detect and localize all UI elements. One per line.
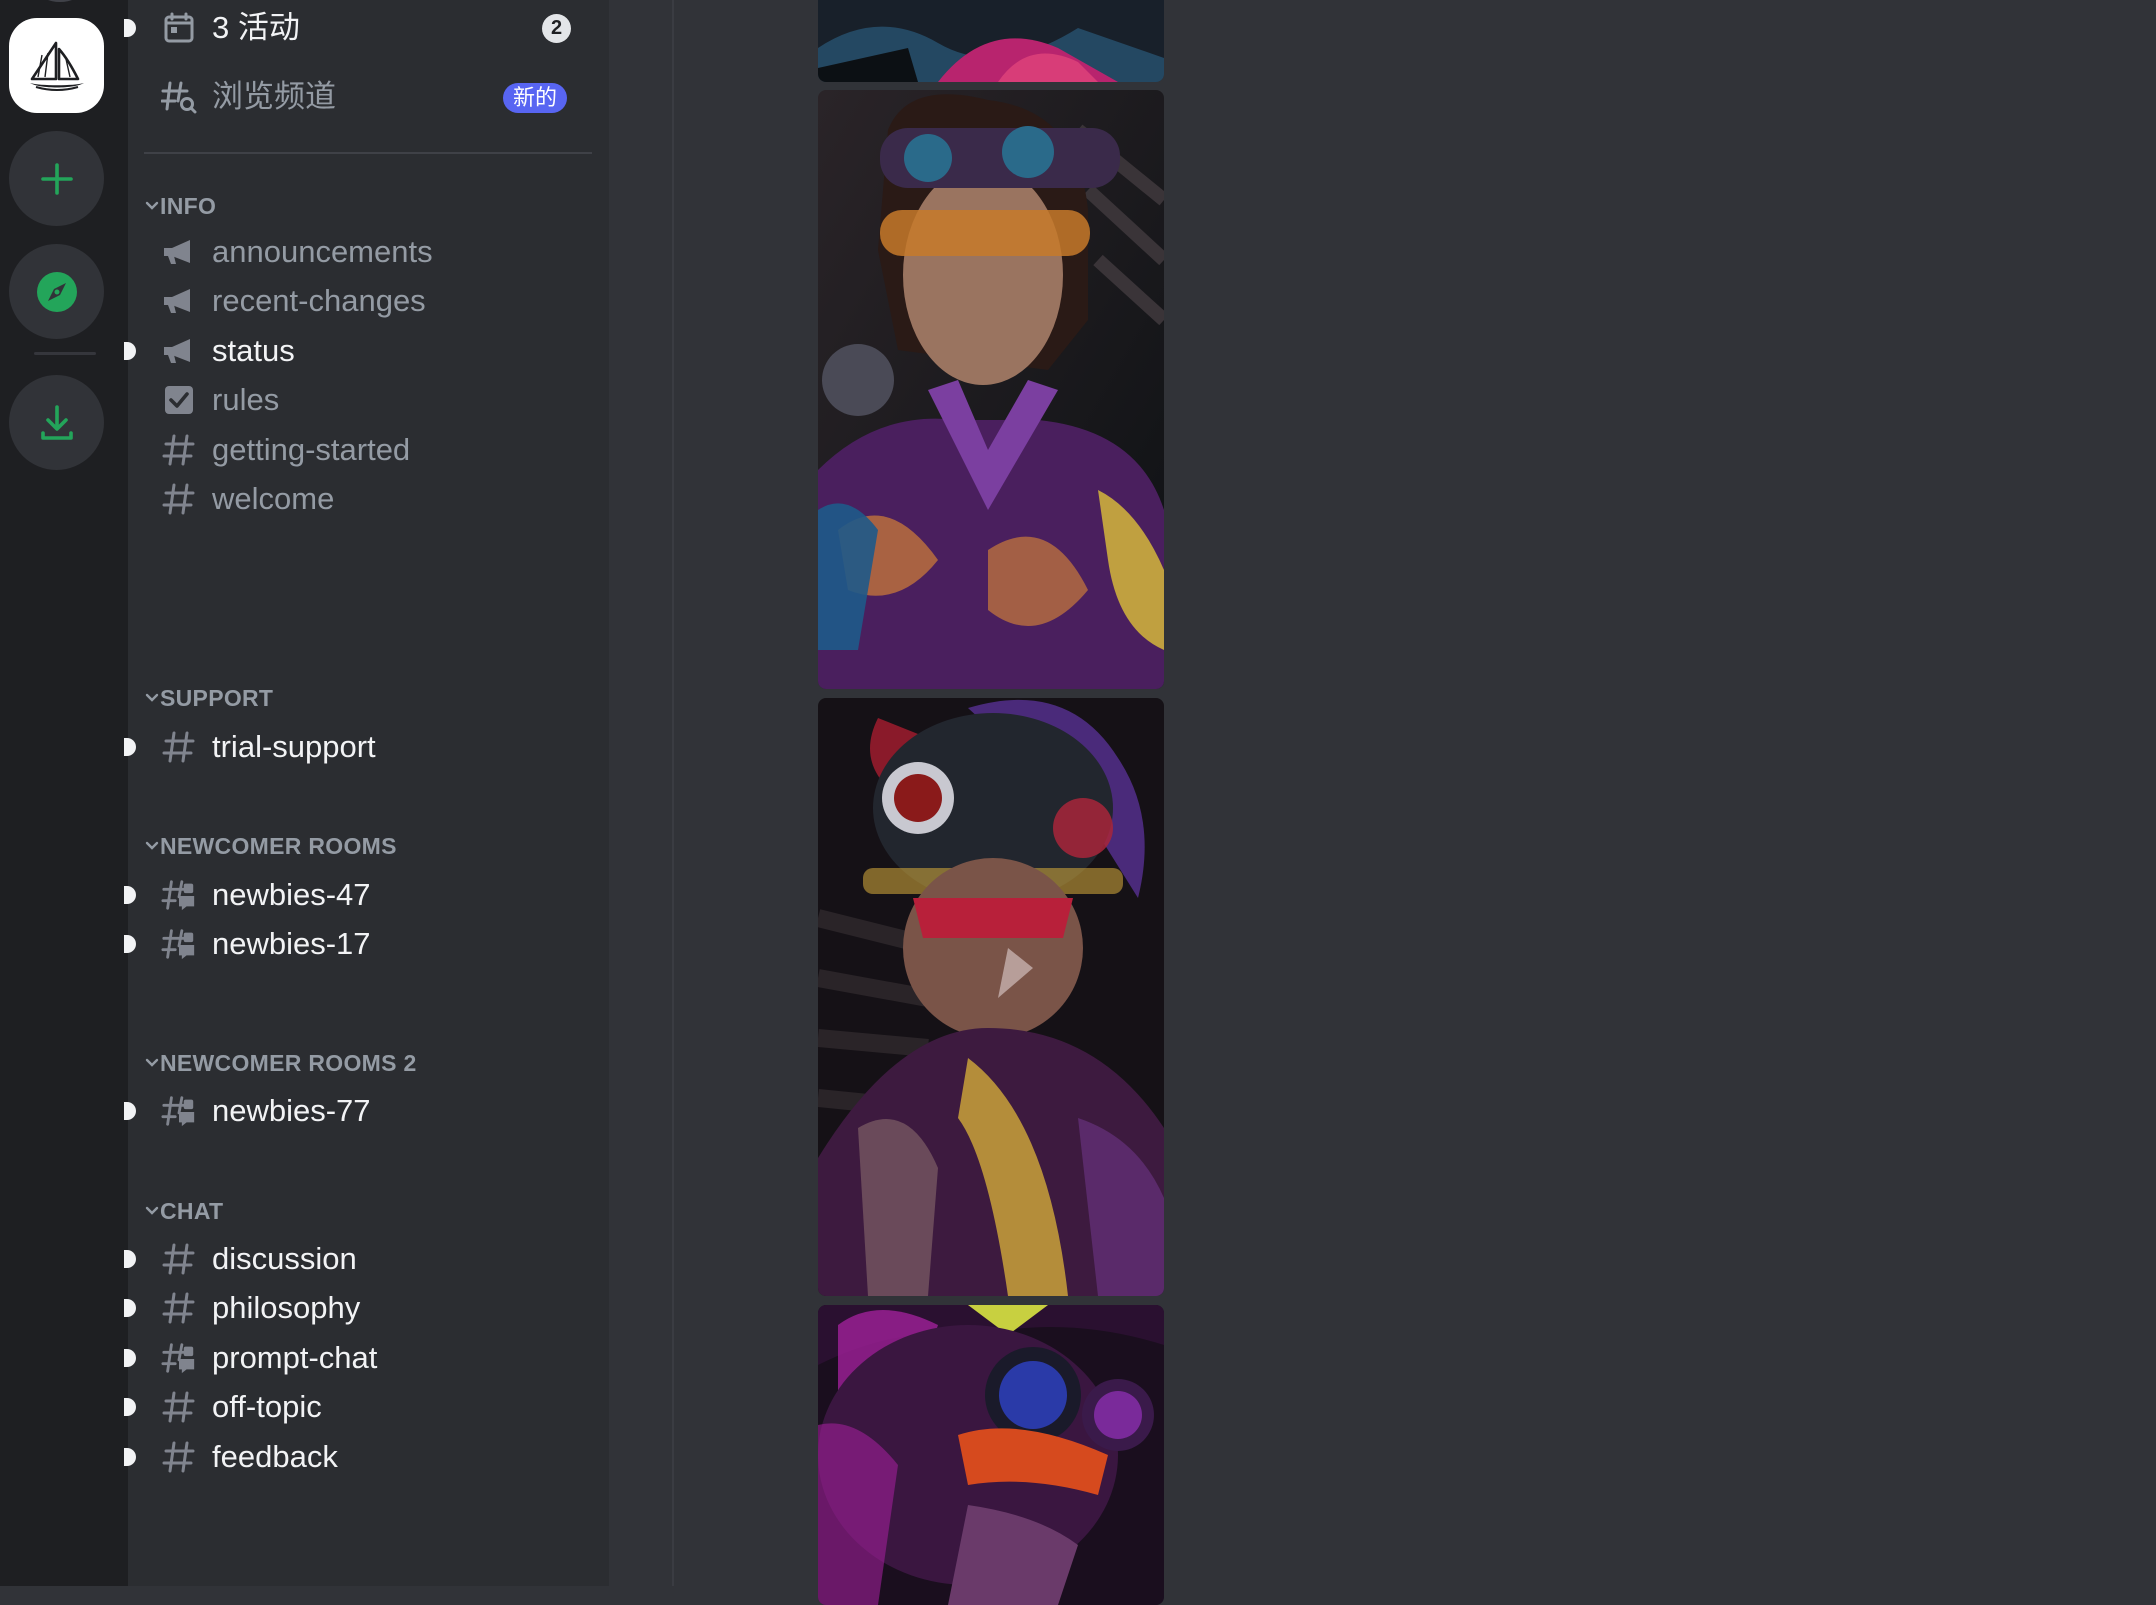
channel-label: newbies-47 <box>212 877 371 912</box>
hash-thread-icon <box>161 926 197 962</box>
category-info[interactable]: INFO <box>128 186 609 226</box>
channel-discussion[interactable]: discussion <box>124 1231 609 1287</box>
hash-icon <box>161 481 197 517</box>
channel-list: 3 活动 2 浏览频道 新的 INFO announcements recent-c… <box>124 0 609 1586</box>
add-server-button[interactable] <box>9 131 104 226</box>
hash-icon <box>161 1241 197 1277</box>
image-attachment-1[interactable] <box>818 0 1164 82</box>
channel-label: feedback <box>212 1439 338 1474</box>
channel-trial-support[interactable]: trial-support <box>124 719 609 775</box>
download-apps-button[interactable] <box>9 375 104 470</box>
unread-indicator <box>124 1349 136 1367</box>
channel-label: trial-support <box>212 729 376 764</box>
sailboat-icon <box>29 41 84 91</box>
channel-status[interactable]: status <box>124 323 609 379</box>
unread-indicator <box>124 1448 136 1466</box>
channel-feedback[interactable]: feedback <box>124 1429 609 1485</box>
mention-badge: 2 <box>542 14 571 43</box>
browse-channels-item[interactable]: 浏览频道 新的 <box>128 69 609 125</box>
plus-icon <box>40 162 73 195</box>
server-icon-partial[interactable] <box>40 0 80 2</box>
compass-icon <box>36 271 77 312</box>
download-icon <box>40 404 73 440</box>
channel-label: discussion <box>212 1241 357 1276</box>
thread-divider <box>672 0 674 1586</box>
category-label: SUPPORT <box>160 685 274 711</box>
channel-label: welcome <box>212 481 335 516</box>
unread-indicator <box>124 1250 136 1268</box>
server-midjourney[interactable] <box>9 18 104 113</box>
channel-newbies-47[interactable]: newbies-47 <box>124 867 609 923</box>
channel-welcome[interactable]: welcome <box>128 471 609 527</box>
category-label: CHAT <box>160 1198 224 1224</box>
unread-indicator <box>124 342 136 360</box>
channel-label: recent-changes <box>212 283 426 318</box>
channel-rules[interactable]: rules <box>128 372 609 428</box>
category-label: NEWCOMER ROOMS <box>160 833 397 859</box>
hash-thread-icon <box>161 877 197 913</box>
checkbox-icon <box>161 382 197 418</box>
browse-channels-icon <box>161 81 197 114</box>
channel-announcements[interactable]: announcements <box>128 224 609 280</box>
image-attachment-2[interactable] <box>818 90 1164 689</box>
unread-indicator <box>124 738 136 756</box>
channel-label: newbies-77 <box>212 1093 371 1128</box>
calendar-icon <box>164 12 194 43</box>
unread-indicator <box>124 935 136 953</box>
unread-indicator <box>124 1102 136 1120</box>
message-area <box>609 0 2156 1605</box>
category-label: INFO <box>160 193 217 219</box>
channel-label: getting-started <box>212 432 411 467</box>
hash-icon <box>161 1290 197 1326</box>
channel-newbies-77[interactable]: newbies-77 <box>124 1083 609 1139</box>
category-label: NEWCOMER ROOMS 2 <box>160 1050 417 1076</box>
unread-indicator <box>124 1299 136 1317</box>
channel-newbies-17[interactable]: newbies-17 <box>124 916 609 972</box>
channel-philosophy[interactable]: philosophy <box>124 1280 609 1336</box>
hash-icon <box>161 1389 197 1425</box>
events-item[interactable]: 3 活动 2 <box>124 0 609 56</box>
hash-thread-icon <box>161 1093 197 1129</box>
hash-thread-icon <box>161 1340 197 1376</box>
channel-label: prompt-chat <box>212 1340 378 1375</box>
channel-label: philosophy <box>212 1290 361 1325</box>
channel-label: status <box>212 333 295 368</box>
category-support[interactable]: SUPPORT <box>128 678 609 718</box>
new-badge: 新的 <box>503 83 568 113</box>
category-newcomer-rooms[interactable]: NEWCOMER ROOMS <box>128 826 609 866</box>
channel-label: rules <box>212 382 280 417</box>
megaphone-icon <box>161 333 197 369</box>
unread-indicator <box>124 19 136 37</box>
megaphone-icon <box>161 234 197 270</box>
category-newcomer-rooms-2[interactable]: NEWCOMER ROOMS 2 <box>128 1043 609 1083</box>
image-attachment-3[interactable] <box>818 698 1164 1296</box>
unread-indicator <box>124 1398 136 1416</box>
channel-prompt-chat[interactable]: prompt-chat <box>124 1330 609 1386</box>
hash-icon <box>161 1439 197 1475</box>
channel-label: off-topic <box>212 1389 322 1424</box>
channel-label: 浏览频道 <box>212 79 336 114</box>
channel-label: announcements <box>212 234 433 269</box>
channel-label: newbies-17 <box>212 926 371 961</box>
channel-recent-changes[interactable]: recent-changes <box>128 273 609 329</box>
image-attachment-4[interactable] <box>818 1305 1164 1605</box>
channel-off-topic[interactable]: off-topic <box>124 1379 609 1435</box>
channel-getting-started[interactable]: getting-started <box>128 422 609 478</box>
hash-icon <box>161 432 197 468</box>
explore-servers-button[interactable] <box>9 244 104 339</box>
channel-label: 3 活动 <box>212 10 300 45</box>
rail-separator <box>34 352 96 355</box>
megaphone-icon <box>161 283 197 319</box>
unread-indicator <box>124 886 136 904</box>
category-chat[interactable]: CHAT <box>128 1191 609 1231</box>
hash-icon <box>161 729 197 765</box>
channel-list-separator <box>144 152 592 154</box>
server-rail <box>0 0 128 1586</box>
